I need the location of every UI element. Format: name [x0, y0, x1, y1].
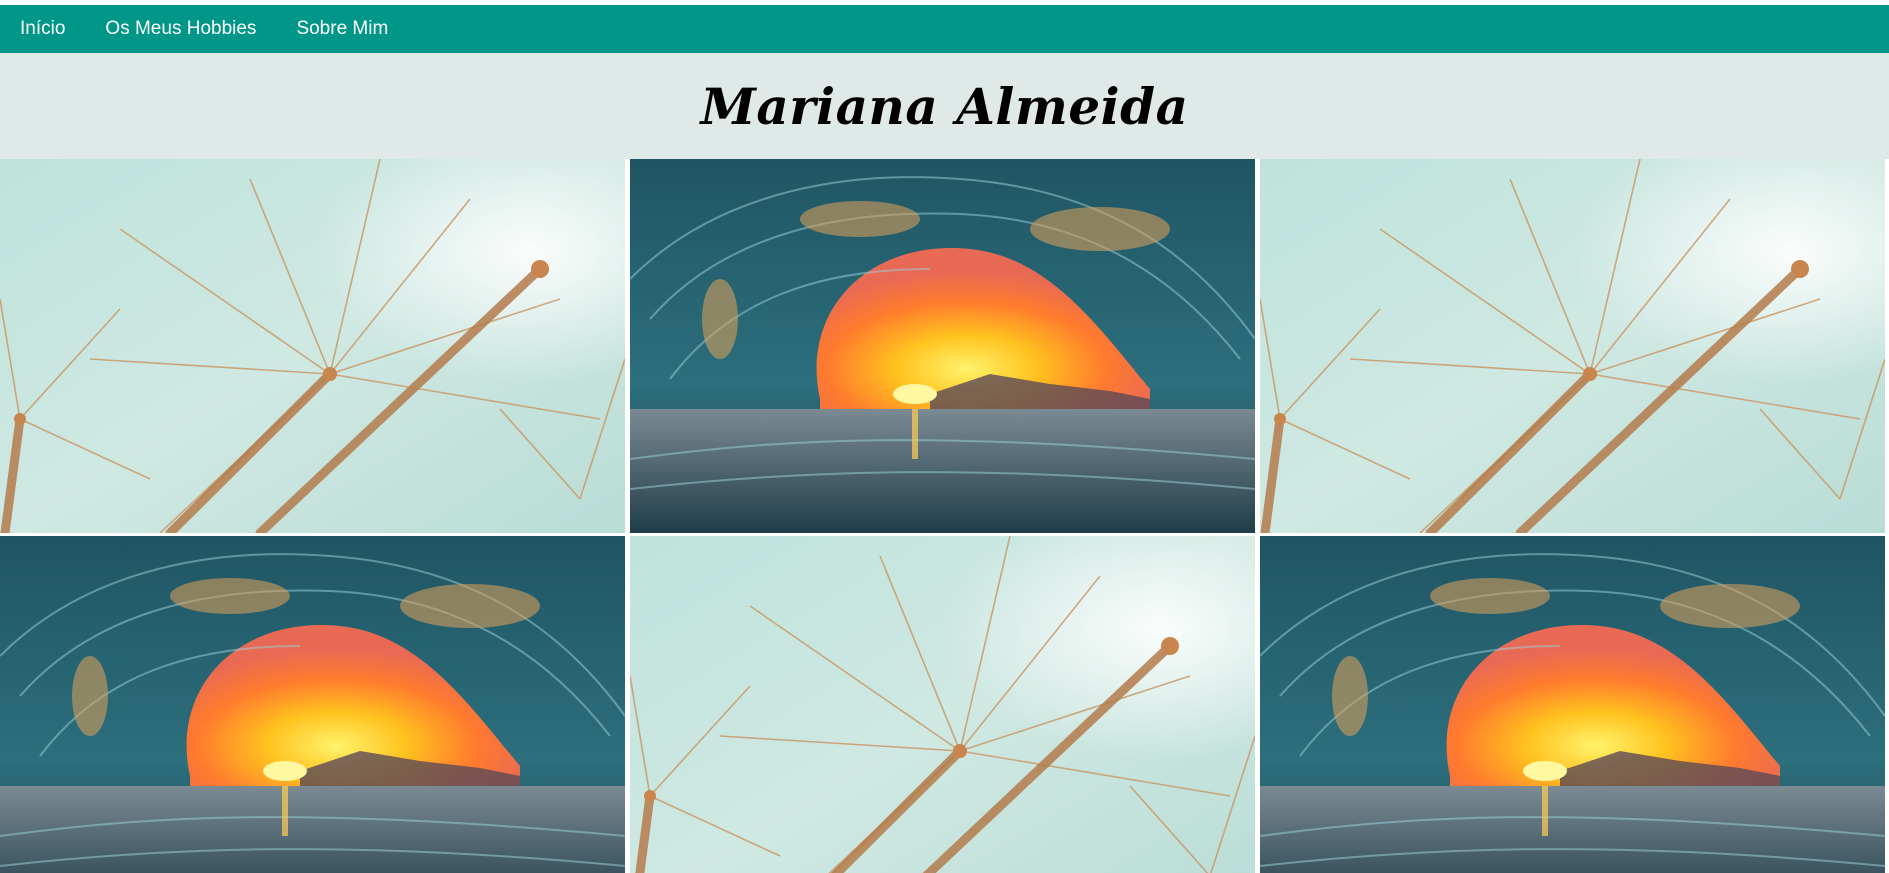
dandelion-image	[0, 159, 625, 533]
dandelion-image	[630, 536, 1255, 873]
gallery-image-dandelion	[1260, 159, 1885, 533]
gallery-image-dandelion	[0, 159, 625, 533]
nav-link-sobre-mim[interactable]: Sobre Mim	[296, 18, 388, 40]
wave-image	[630, 159, 1255, 533]
nav-link-inicio[interactable]: Início	[20, 18, 65, 40]
dandelion-image	[1260, 159, 1885, 533]
wave-image	[0, 536, 625, 873]
page-title: Mariana Almeida	[700, 76, 1189, 136]
page-header: Mariana Almeida	[0, 53, 1889, 159]
top-navbar: Início Os Meus Hobbies Sobre Mim	[0, 5, 1889, 53]
gallery-image-wave	[630, 159, 1255, 533]
nav-link-hobbies[interactable]: Os Meus Hobbies	[105, 18, 256, 40]
gallery-image-wave	[1260, 536, 1885, 873]
gallery-image-wave	[0, 536, 625, 873]
photo-gallery	[0, 159, 1885, 873]
wave-image	[1260, 536, 1885, 873]
gallery-image-dandelion	[630, 536, 1255, 873]
